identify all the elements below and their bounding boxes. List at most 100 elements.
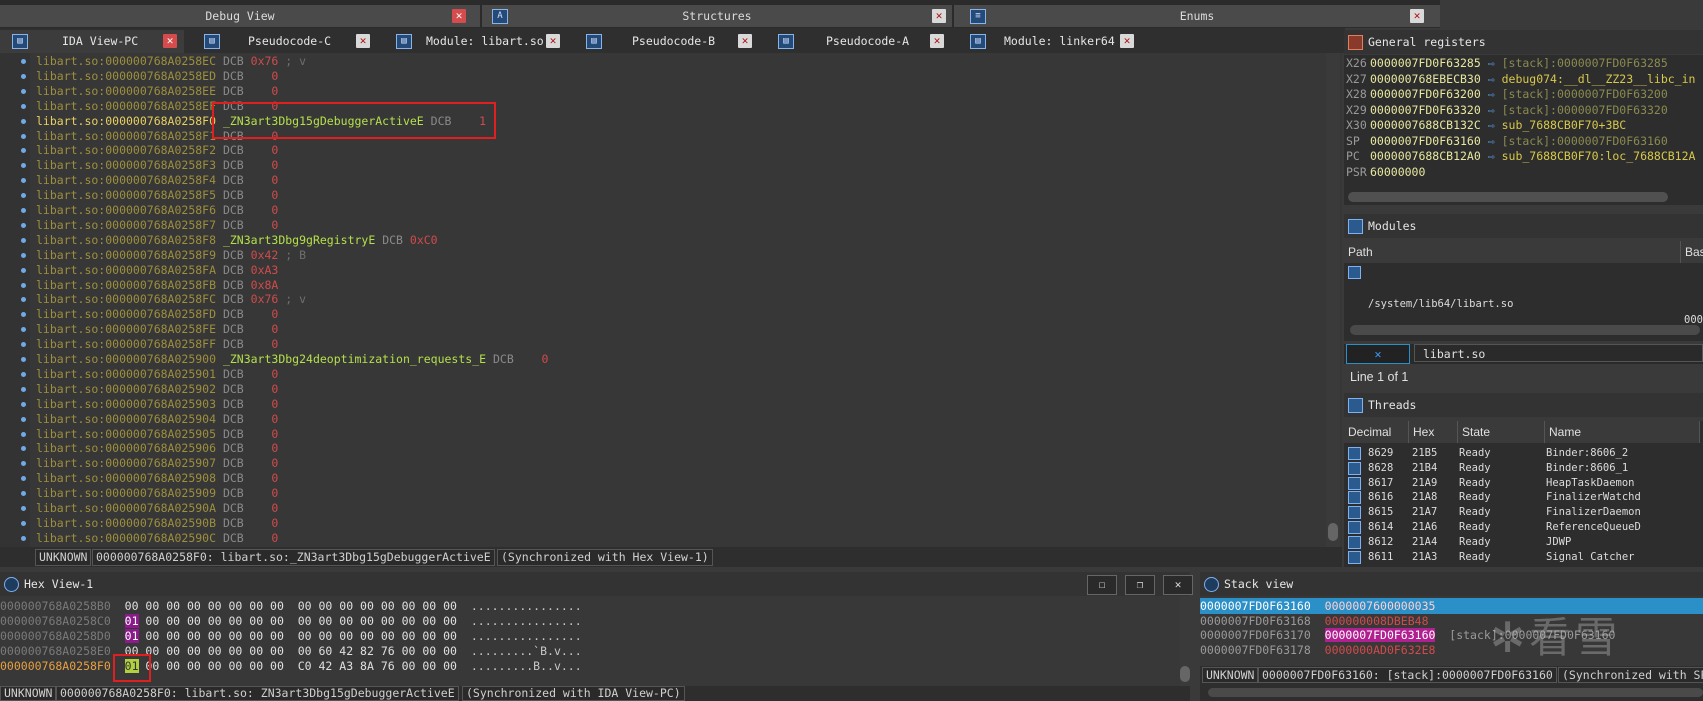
threads-col-state[interactable]: State	[1458, 421, 1545, 443]
stack-value[interactable]: 0000007FD0F63160	[1324, 628, 1436, 642]
disasm-line[interactable]: libart.so:000000768A0258F2 DCB 0	[36, 143, 278, 158]
disasm-line[interactable]: libart.so:000000768A025901 DCB 0	[36, 367, 278, 382]
tab-enums[interactable]: ≡ Enums ✕	[954, 5, 1440, 27]
register-row[interactable]: X28 0000007FD0F63200 ⇨ [stack]:0000007FD0…	[1346, 86, 1668, 102]
hex-ascii[interactable]: ................	[471, 599, 582, 613]
disasm-symbol[interactable]: _ZN3art3Dbg9gRegistryE	[216, 233, 375, 247]
clear-filter-icon[interactable]: ✕	[1346, 344, 1410, 364]
breakpoint-dot[interactable]	[21, 252, 26, 258]
disasm-line[interactable]: libart.so:000000768A0258FA DCB 0xA3	[36, 263, 278, 278]
breakpoint-dot[interactable]	[21, 267, 26, 273]
stack-value[interactable]: 0000000AD0F632E8	[1325, 643, 1436, 657]
hex-ascii[interactable]: ................	[471, 629, 582, 643]
stackview-panel[interactable]: 0000007FD0F63160 0000007600000035 0000007…	[1200, 596, 1703, 666]
disasm-line[interactable]: libart.so:000000768A0258FD DCB 0	[36, 307, 278, 322]
register-description[interactable]: [stack]:0000007FD0F63320	[1502, 103, 1668, 117]
registers-panel[interactable]: X26 0000007FD0F63285 ⇨ [stack]:0000007FD0…	[1344, 55, 1703, 205]
scroll-thumb[interactable]	[1180, 666, 1190, 682]
registers-hscroll[interactable]	[1348, 192, 1668, 202]
close-icon[interactable]: ✕	[163, 34, 177, 48]
hex-bytes[interactable]: 00 00 00 00 00 00 00 00 00 00 00 00 00 0…	[139, 599, 457, 613]
modules-col-base[interactable]: Bas	[1681, 241, 1703, 263]
stack-value[interactable]: 000000008DBEB48	[1325, 614, 1429, 628]
hex-byte[interactable]: 01	[124, 614, 139, 628]
close-panel-button[interactable]: ✕	[1163, 575, 1193, 595]
thread-row[interactable]: 8615 21A7 Ready FinalizerDaemon	[1344, 504, 1703, 520]
register-value[interactable]: 0000007688CB132C	[1370, 118, 1481, 132]
breakpoint-dot[interactable]	[21, 59, 26, 64]
breakpoint-dot[interactable]	[21, 282, 26, 288]
breakpoint-dot[interactable]	[21, 103, 26, 109]
hex-bytes[interactable]: 00 00 00 00 00 00 00 00 60 42 82 76 00 0…	[139, 644, 457, 658]
disasm-line[interactable]: libart.so:000000768A0258FE DCB 0	[36, 322, 278, 337]
disasm-line[interactable]: libart.so:000000768A025904 DCB 0	[36, 412, 278, 427]
disassembly-view[interactable]: libart.so:000000768A0258EC DCB 0x76 ; v l…	[0, 53, 1342, 547]
stack-value[interactable]: 0000007600000035	[1325, 599, 1436, 613]
register-value[interactable]: 0000007FD0F63200	[1370, 87, 1481, 101]
hex-row[interactable]: 000000768A0258E0 00 00 00 00 00 00 00 00…	[0, 643, 582, 659]
close-icon[interactable]: ✕	[452, 9, 466, 23]
register-description[interactable]: sub_7688CB0F70+3BC	[1502, 118, 1627, 132]
register-value[interactable]: 0000007FD0F63285	[1370, 56, 1481, 70]
breakpoint-dot[interactable]	[21, 491, 26, 497]
disasm-line[interactable]: libart.so:000000768A0258F3 DCB 0	[36, 158, 278, 173]
hex-row[interactable]: 000000768A0258B0 00 00 00 00 00 00 00 00…	[0, 598, 582, 614]
close-icon[interactable]: ✕	[1410, 9, 1424, 23]
breakpoint-dot[interactable]	[21, 357, 26, 362]
disasm-line[interactable]: libart.so:000000768A025900 _ZN3art3Dbg24…	[36, 352, 548, 367]
scroll-thumb[interactable]	[1328, 523, 1338, 541]
disasm-line[interactable]: libart.so:000000768A0258EC DCB 0x76 ; v	[36, 54, 306, 69]
register-row[interactable]: PSR 60000000	[1346, 164, 1425, 180]
tab-debug-view[interactable]: Debug View ✕	[0, 5, 480, 27]
thread-row[interactable]: 8616 21A8 Ready FinalizerWatchd	[1344, 489, 1703, 505]
breakpoint-dot[interactable]	[21, 446, 26, 452]
tab-module-linker64[interactable]: ▤ Module: linker64 ✕	[956, 30, 1146, 53]
maximize-button[interactable]: ☐	[1087, 575, 1117, 595]
breakpoint-dot[interactable]	[21, 431, 26, 437]
disasm-line[interactable]: libart.so:000000768A0258FC DCB 0x76 ; v	[36, 292, 306, 307]
disasm-line[interactable]: libart.so:000000768A02590C DCB 0	[36, 531, 278, 546]
close-icon[interactable]: ✕	[930, 34, 944, 48]
close-icon[interactable]: ✕	[738, 34, 752, 48]
stackview-hscroll[interactable]	[1208, 688, 1703, 697]
disasm-line[interactable]: libart.so:000000768A02590A DCB 0	[36, 501, 278, 516]
register-row[interactable]: X26 0000007FD0F63285 ⇨ [stack]:0000007FD0…	[1346, 55, 1668, 71]
register-row[interactable]: SP 0000007FD0F63160 ⇨ [stack]:0000007FD0F…	[1346, 133, 1668, 149]
hex-ascii[interactable]: ................	[471, 614, 582, 628]
modules-hscroll[interactable]	[1350, 325, 1700, 335]
modules-col-path[interactable]: Path	[1344, 241, 1681, 263]
register-row[interactable]: X29 0000007FD0F63320 ⇨ [stack]:0000007FD0…	[1346, 102, 1668, 118]
close-icon[interactable]: ✕	[1120, 34, 1134, 48]
register-description[interactable]: [stack]:0000007FD0F63160	[1502, 134, 1668, 148]
close-icon[interactable]: ✕	[356, 34, 370, 48]
breakpoint-dot[interactable]	[21, 535, 26, 541]
module-row[interactable]: /system/lib64/libart.so 000	[1344, 264, 1703, 326]
disasm-line[interactable]: libart.so:000000768A0258F9 DCB 0x42 ; B	[36, 248, 306, 263]
register-description[interactable]: [stack]:0000007FD0F63285	[1502, 56, 1668, 70]
close-icon[interactable]: ✕	[932, 9, 946, 23]
hex-row[interactable]: 000000768A0258D0 01 00 00 00 00 00 00 00…	[0, 628, 582, 644]
register-description[interactable]: [stack]:0000007FD0F63200	[1502, 87, 1668, 101]
threads-col-hex[interactable]: Hex	[1409, 421, 1458, 443]
hexview-panel[interactable]: 000000768A0258B0 00 00 00 00 00 00 00 00…	[0, 596, 1180, 686]
hex-byte[interactable]: 00	[125, 599, 139, 613]
disasm-line[interactable]: libart.so:000000768A025903 DCB 0	[36, 397, 278, 412]
breakpoint-dot[interactable]	[21, 506, 26, 511]
threads-panel[interactable]: Decimal Hex State Name 8629 21B5 Ready Bind…	[1344, 421, 1703, 567]
thread-row[interactable]: 8617 21A9 Ready HeapTaskDaemon	[1344, 475, 1703, 491]
disasm-line[interactable]: libart.so:000000768A0258FB DCB 0x8A	[36, 278, 278, 293]
breakpoint-dot[interactable]	[21, 148, 26, 154]
disasm-line[interactable]: libart.so:000000768A025907 DCB 0	[36, 456, 278, 471]
breakpoint-dot[interactable]	[21, 312, 26, 318]
modules-panel[interactable]: Path Bas /system/lib64/libart.so 000	[1344, 241, 1703, 341]
disasm-line[interactable]: libart.so:000000768A025908 DCB 0	[36, 471, 278, 486]
disasm-line[interactable]: libart.so:000000768A0258F6 DCB 0	[36, 203, 278, 218]
thread-row[interactable]: 8612 21A4 Ready JDWP	[1344, 534, 1703, 550]
hexview-scrollbar[interactable]	[1180, 596, 1190, 686]
breakpoint-dot[interactable]	[21, 416, 26, 422]
hex-row[interactable]: 000000768A0258C0 01 00 00 00 00 00 00 00…	[0, 613, 582, 629]
register-row[interactable]: X30 0000007688CB132C ⇨ sub_7688CB0F70+3BC	[1346, 117, 1626, 133]
tab-module-libart[interactable]: ▤ Module: libart.so ✕	[380, 30, 568, 53]
thread-row[interactable]: 8611 21A3 Ready Signal Catcher	[1344, 549, 1703, 565]
disasm-line[interactable]: libart.so:000000768A025906 DCB 0	[36, 441, 278, 456]
